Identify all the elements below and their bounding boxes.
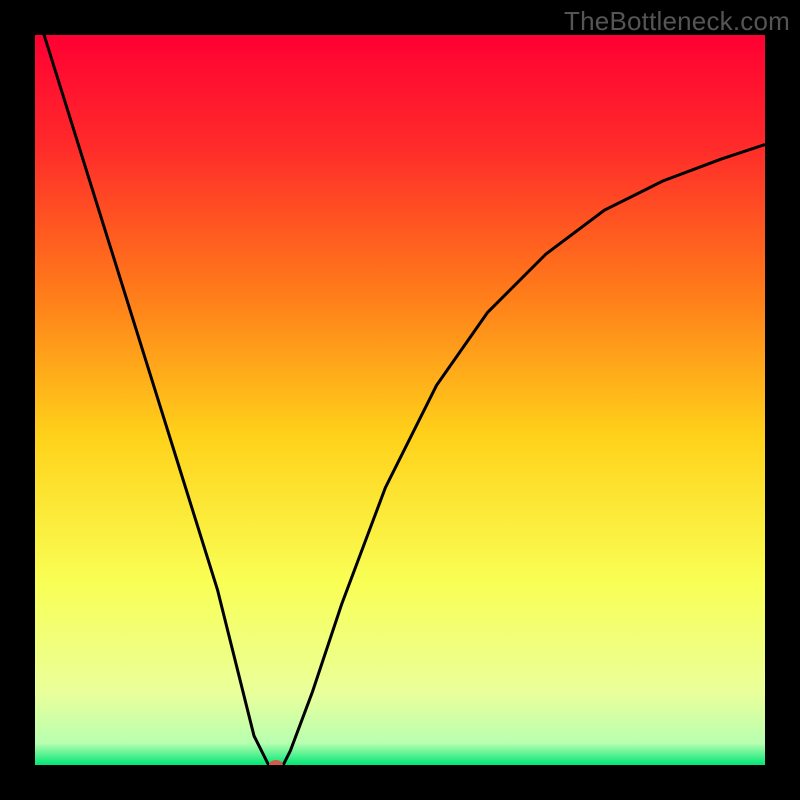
watermark-text: TheBottleneck.com [564,6,790,37]
chart-container: TheBottleneck.com [0,0,800,800]
gradient-background [35,35,765,765]
chart-svg [35,35,765,765]
plot-area [35,35,765,765]
